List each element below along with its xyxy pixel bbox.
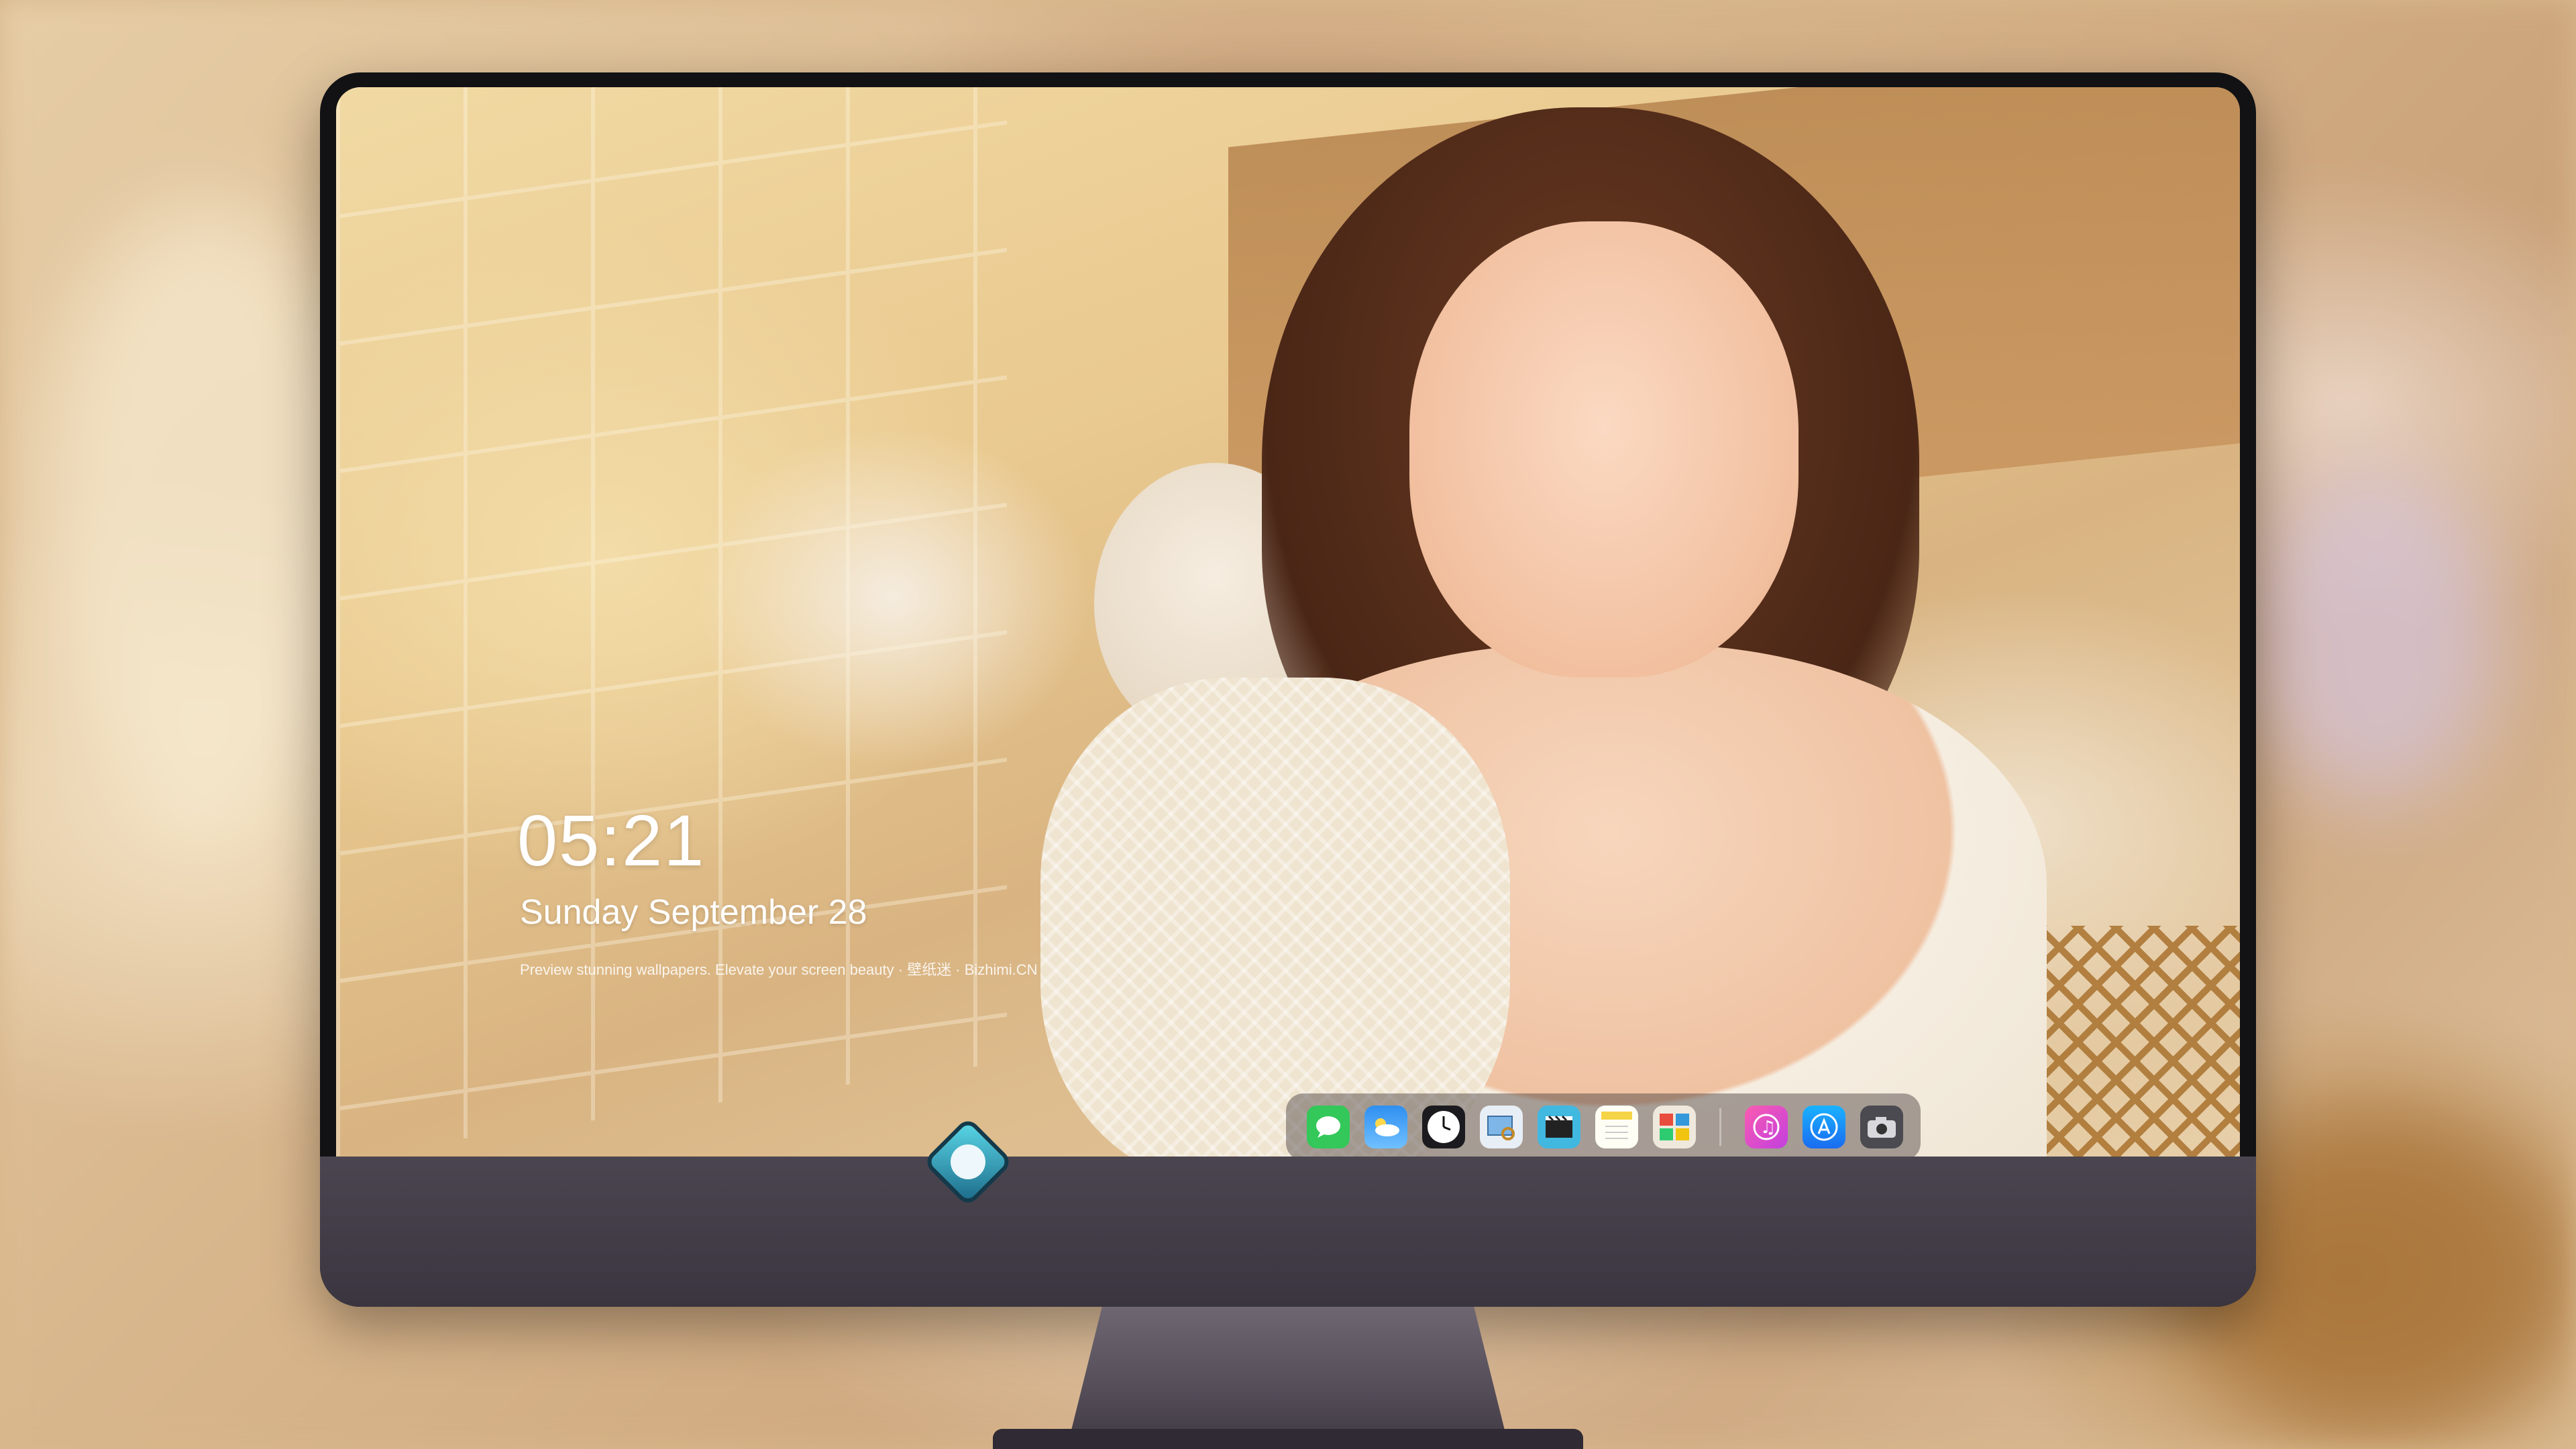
dock-separator (1719, 1108, 1721, 1146)
wallpaper-tiles (336, 87, 1007, 1157)
messages-icon[interactable] (1307, 1106, 1350, 1148)
clock-icon[interactable] (1422, 1106, 1465, 1148)
wallpaper-knit-bag (1040, 678, 1510, 1157)
weather-icon[interactable] (1364, 1106, 1407, 1148)
dock: ♫ (1286, 1093, 1921, 1157)
wallpaper-person-face (1409, 221, 1799, 678)
camera-icon[interactable] (1860, 1106, 1903, 1148)
svg-text:♫: ♫ (1760, 1118, 1776, 1138)
monitor-chin (320, 1157, 2256, 1307)
lockscreen-time: 05:21 (517, 800, 706, 881)
clips-icon[interactable] (1538, 1106, 1580, 1148)
app-store-icon[interactable] (1803, 1106, 1845, 1148)
screen: 05:21 Sunday September 28 Preview stunni… (336, 87, 2240, 1157)
monitor-stand-base (993, 1429, 1583, 1449)
lockscreen-date: Sunday September 28 (520, 893, 867, 932)
preview-icon[interactable] (1480, 1106, 1523, 1148)
photo-booth-icon[interactable] (1653, 1106, 1696, 1148)
lockscreen-tagline: Preview stunning wallpapers. Elevate you… (520, 961, 1038, 978)
monitor-stand (1067, 1307, 1509, 1449)
wallpaper-rattan-chair (2047, 926, 2240, 1157)
monitor: 05:21 Sunday September 28 Preview stunni… (320, 72, 2256, 1307)
dragon-mascot-icon (951, 1144, 985, 1179)
notes-icon[interactable] (1595, 1106, 1638, 1148)
music-icon[interactable]: ♫ (1745, 1106, 1788, 1148)
